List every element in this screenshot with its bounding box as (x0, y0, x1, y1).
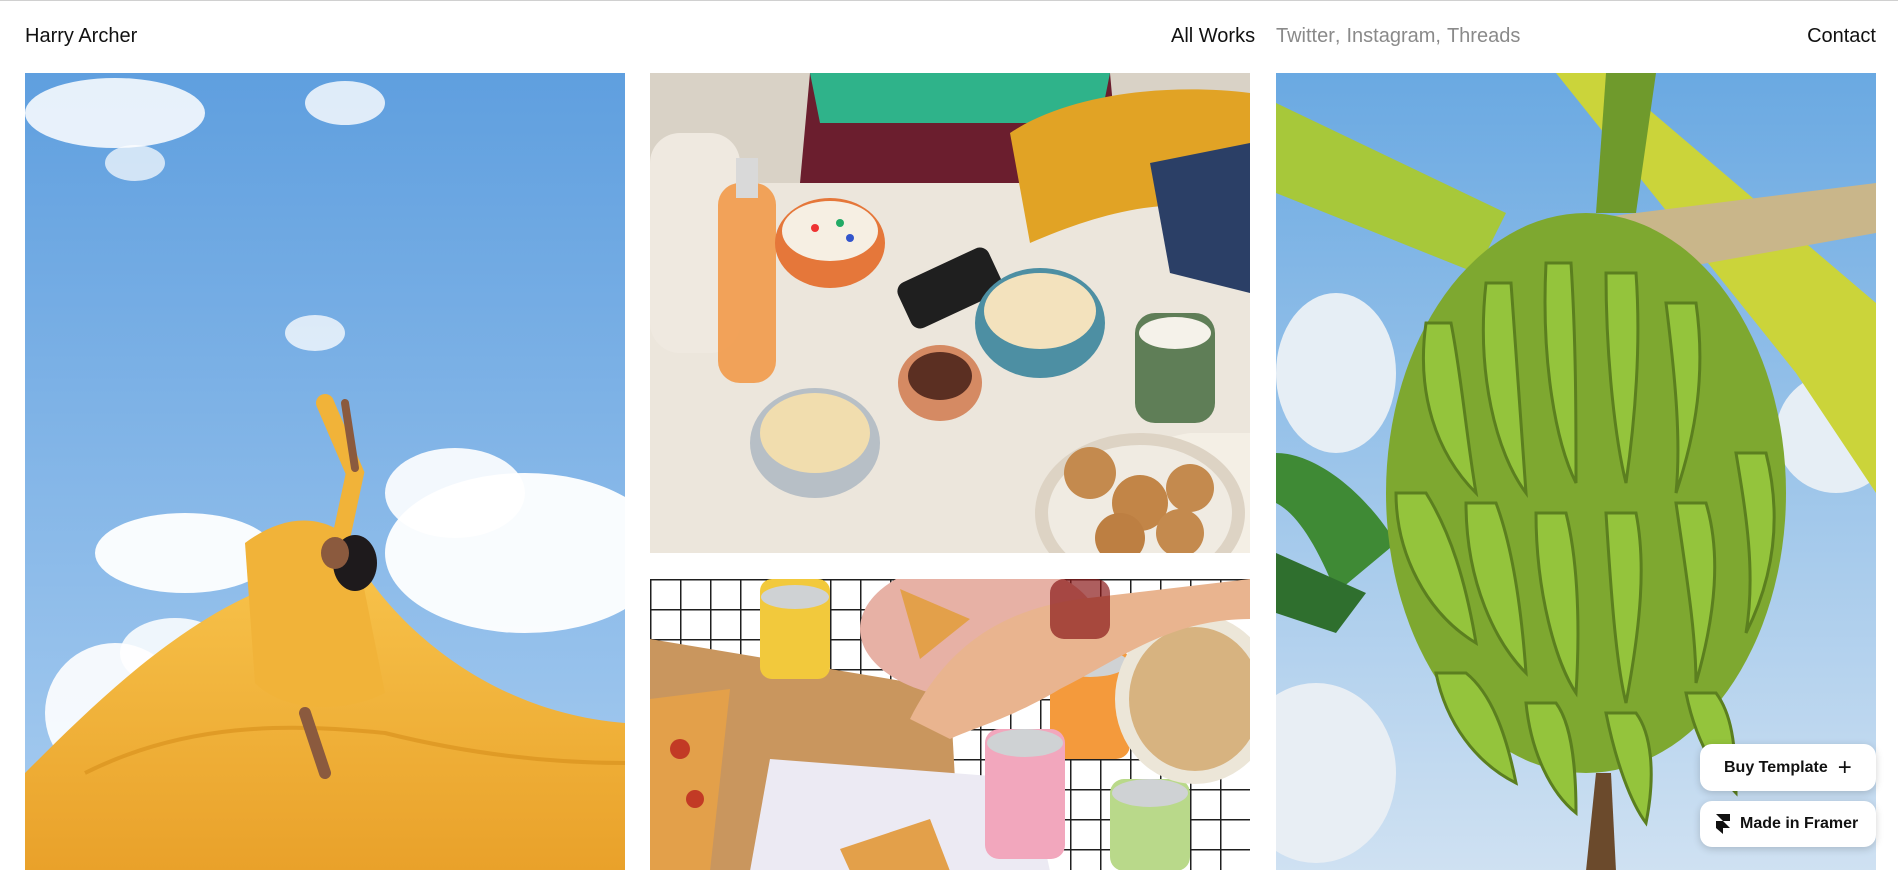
buy-template-button[interactable]: Buy Template + (1700, 744, 1876, 791)
work-tile-pizza[interactable] (650, 579, 1250, 870)
contact-link[interactable]: Contact (1807, 25, 1876, 48)
brand-link[interactable]: Harry Archer (25, 25, 137, 48)
work-tile-dress[interactable] (25, 73, 625, 870)
social-link-twitter[interactable]: Twitter (1276, 25, 1335, 48)
plus-icon: + (1837, 753, 1852, 781)
photo-popcorn (650, 73, 1250, 553)
made-in-framer-label: Made in Framer (1740, 815, 1859, 832)
portfolio-page: Harry Archer All Works Twitter, Instagra… (0, 0, 1898, 870)
made-in-framer-button[interactable]: Made in Framer (1700, 801, 1876, 847)
work-tile-popcorn[interactable] (650, 73, 1250, 553)
social-link-instagram[interactable]: Instagram (1346, 25, 1435, 48)
social-link-threads[interactable]: Threads (1447, 25, 1520, 48)
site-header: Harry Archer All Works Twitter, Instagra… (0, 1, 1898, 73)
photo-pizza (650, 579, 1250, 870)
nav-all-works[interactable]: All Works (1171, 25, 1255, 48)
photo-dress (25, 73, 625, 870)
framer-logo-icon (1716, 814, 1730, 834)
buy-template-label: Buy Template (1724, 758, 1828, 776)
social-links: Twitter, Instagram, Threads (1276, 25, 1521, 48)
